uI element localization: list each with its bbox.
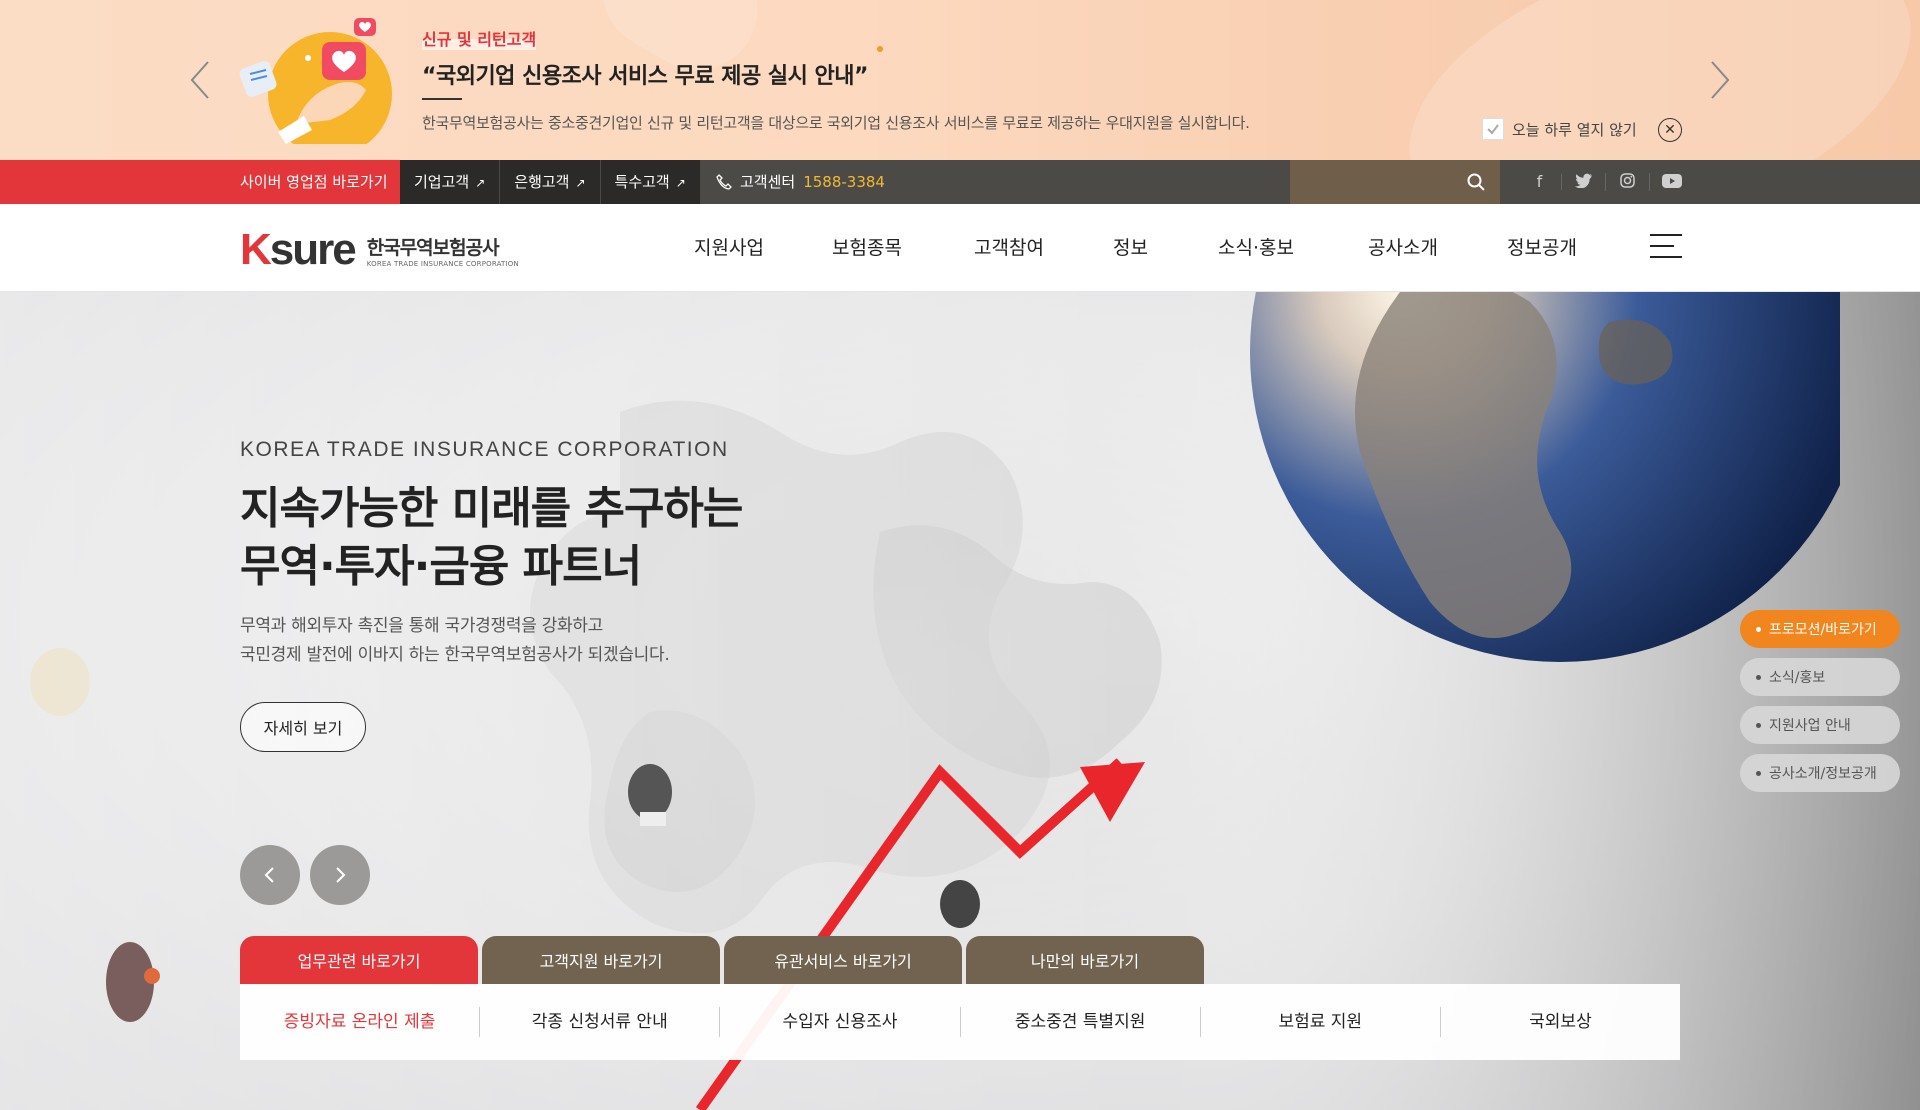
gnb-insurance-products[interactable]: 보험종목 [832, 204, 974, 292]
utility-bar: 사이버 영업점 바로가기 기업고객 ↗ 은행고객 ↗ 특수고객 ↗ 고객센터 1588… [0, 160, 1920, 204]
ksure-logo[interactable]: Ksure 한국무역보험공사 KOREA TRADE INSURANCE COR… [240, 225, 519, 274]
tab-my-shortcuts[interactable]: 나만의 바로가기 [966, 936, 1204, 984]
twitter-icon[interactable] [1562, 173, 1606, 191]
cyber-branch-link[interactable]: 사이버 영업점 바로가기 [240, 160, 388, 204]
no-show-today-label: 오늘 하루 열지 않기 [1512, 120, 1637, 139]
tab-work-shortcuts[interactable]: 업무관련 바로가기 [240, 936, 478, 984]
tab-label: 기업고객 [414, 173, 470, 191]
hero-title-line: 무역·투자·금융 파트너 [240, 541, 642, 592]
heart-hand-illustration-icon [236, 14, 396, 156]
customer-type-tabs: 기업고객 ↗ 은행고객 ↗ 특수고객 ↗ [400, 160, 701, 204]
shortcut-application-forms[interactable]: 각종 신청서류 안내 [480, 1007, 721, 1037]
promo-description: 한국무역보험공사는 중소중견기업인 신규 및 리턴고객을 대상으로 국외기업 신… [422, 114, 1250, 132]
hero-subtitle: 무역과 해외투자 촉진을 통해 국가경쟁력을 강화하고 국민경제 발전에 이바지… [240, 612, 670, 670]
shortcut-premium-support[interactable]: 보험료 지원 [1201, 1007, 1441, 1037]
shortcut-overseas-compensation[interactable]: 국외보상 [1441, 1007, 1680, 1037]
shortcut-evidence-submit[interactable]: 증빙자료 온라인 제출 [240, 1007, 481, 1037]
quick-nav-news[interactable]: 소식/홍보 [1740, 658, 1900, 696]
call-center-number[interactable]: 1588-3384 [803, 160, 885, 204]
gnb-information[interactable]: 정보 [1113, 204, 1218, 292]
promo-close-icon[interactable]: ✕ [1658, 118, 1682, 142]
hero-more-button[interactable]: 자세히 보기 [240, 702, 366, 752]
call-center: 고객센터 1588-3384 [716, 160, 885, 204]
quick-nav-about[interactable]: 공사소개/정보공개 [1740, 754, 1900, 792]
gnb-customer-participation[interactable]: 고객참여 [974, 204, 1113, 292]
promo-headline[interactable]: “국외기업 신용조사 서비스 무료 제공 실시 안내” [422, 58, 868, 90]
youtube-icon[interactable] [1650, 173, 1694, 191]
logo-english-name: KOREA TRADE INSURANCE CORPORATION [366, 259, 519, 268]
external-link-icon: ↗ [575, 176, 586, 190]
promo-tag: 신규 및 리턴고객 [422, 26, 537, 50]
hamburger-menu-icon[interactable] [1650, 234, 1682, 260]
chevron-right-icon [336, 867, 346, 883]
shortcut-importer-credit[interactable]: 수입자 신용조사 [720, 1007, 961, 1037]
decor-swoosh [1372, 0, 1920, 160]
instagram-icon[interactable] [1606, 173, 1650, 191]
gnb-about[interactable]: 공사소개 [1368, 204, 1507, 292]
main-header: Ksure 한국무역보험공사 KOREA TRADE INSURANCE COR… [0, 204, 1920, 292]
shortcut-tabs: 업무관련 바로가기 고객지원 바로가기 유관서비스 바로가기 나만의 바로가기 [240, 936, 1204, 984]
checkbox-check-icon[interactable] [1482, 118, 1504, 140]
tab-related-services[interactable]: 유관서비스 바로가기 [724, 936, 962, 984]
social-links: f [1518, 160, 1694, 204]
no-show-today-checkbox[interactable]: 오늘 하루 열지 않기 [1482, 118, 1637, 140]
tab-bank-customer[interactable]: 은행고객 ↗ [500, 160, 601, 204]
decor-dot [877, 46, 883, 52]
hero-title-line: 지속가능한 미래를 추구하는 [240, 483, 743, 534]
shortcut-sme-support[interactable]: 중소중견 특별지원 [961, 1007, 1201, 1037]
logo-text: 한국무역보험공사 KOREA TRADE INSURANCE CORPORATI… [367, 233, 519, 268]
promo-divider [422, 98, 462, 100]
hero-visual: KOREA TRADE INSURANCE CORPORATION 지속가능한 … [0, 292, 1920, 1110]
hero-next-button[interactable] [310, 845, 370, 905]
logo-korean-name: 한국무역보험공사 [366, 236, 500, 259]
quick-nav-promotion[interactable]: 프로모션/바로가기 [1740, 610, 1900, 648]
shortcut-links: 증빙자료 온라인 제출 각종 신청서류 안내 수입자 신용조사 중소중견 특별지… [240, 984, 1680, 1060]
gnb-support-programs[interactable]: 지원사업 [694, 204, 832, 292]
tab-label: 특수고객 [614, 173, 670, 191]
logo-mark: Ksure [240, 225, 357, 274]
quick-section-nav: 프로모션/바로가기 소식/홍보 지원사업 안내 공사소개/정보공개 [1740, 610, 1900, 792]
promo-prev-arrow-icon[interactable] [186, 58, 214, 102]
hero-eyebrow: KOREA TRADE INSURANCE CORPORATION [240, 438, 729, 461]
phone-icon [716, 174, 732, 190]
promo-banner: 신규 및 리턴고객 “국외기업 신용조사 서비스 무료 제공 실시 안내” 한국… [0, 0, 1920, 160]
external-link-icon: ↗ [475, 176, 486, 190]
promo-next-arrow-icon[interactable] [1706, 58, 1734, 102]
hero-title: 지속가능한 미래를 추구하는 무역·투자·금융 파트너 [240, 480, 743, 596]
global-navigation: 지원사업 보험종목 고객참여 정보 소식·홍보 공사소개 정보공개 [694, 204, 1617, 292]
quick-nav-support[interactable]: 지원사업 안내 [1740, 706, 1900, 744]
chevron-left-icon [264, 867, 274, 883]
hero-subtitle-line: 무역과 해외투자 촉진을 통해 국가경쟁력을 강화하고 [240, 616, 603, 636]
external-link-icon: ↗ [675, 176, 686, 190]
gnb-news-pr[interactable]: 소식·홍보 [1218, 204, 1368, 292]
tab-corporate-customer[interactable]: 기업고객 ↗ [400, 160, 501, 204]
globe-illustration-icon [1250, 292, 1840, 662]
hero-prev-button[interactable] [240, 845, 300, 905]
call-center-label: 고객센터 [740, 173, 796, 191]
tab-special-customer[interactable]: 특수고객 ↗ [600, 160, 701, 204]
tab-customer-shortcuts[interactable]: 고객지원 바로가기 [482, 936, 720, 984]
hero-subtitle-line: 국민경제 발전에 이바지 하는 한국무역보험공사가 되겠습니다. [240, 645, 670, 665]
gnb-disclosure[interactable]: 정보공개 [1507, 204, 1617, 292]
facebook-icon[interactable]: f [1518, 174, 1562, 190]
search-icon[interactable] [1466, 172, 1486, 192]
tab-label: 은행고객 [514, 173, 570, 191]
